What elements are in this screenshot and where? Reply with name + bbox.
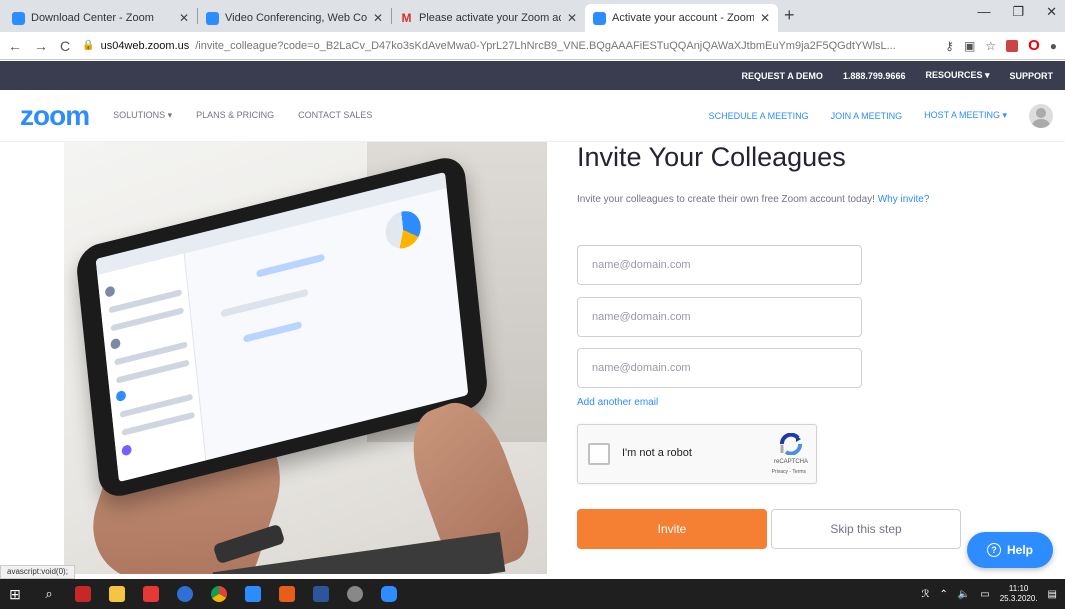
address-bar-row: ← → C 🔒 us04web.zoom.us/invite_colleague… bbox=[0, 32, 1065, 60]
tab-activate-account[interactable]: Activate your account - Zoom ✕ bbox=[585, 4, 778, 32]
windows-taskbar: ⊞ ⌕ ℛ ⌃ 🔈 ▭ 11:10 25.3.2020. ▤ bbox=[0, 579, 1065, 609]
tab-gmail-activate[interactable]: M Please activate your Zoom accou ✕ bbox=[392, 4, 585, 32]
extensions-area: ⚷ ▣ ☆ O ● bbox=[945, 37, 1057, 54]
add-another-email-link[interactable]: Add another email bbox=[577, 397, 658, 408]
file-explorer-icon[interactable] bbox=[102, 579, 132, 609]
browser-status-bar: avascript:void(0); bbox=[0, 565, 75, 579]
help-button[interactable]: ? Help bbox=[967, 532, 1053, 568]
app-icon-calendar[interactable] bbox=[136, 579, 166, 609]
app-icon-blue[interactable] bbox=[170, 579, 200, 609]
tab-title: Activate your account - Zoom bbox=[612, 12, 754, 24]
clock-date: 25.3.2020. bbox=[999, 594, 1038, 603]
recaptcha-terms[interactable]: Privacy - Terms bbox=[772, 469, 806, 475]
word-icon[interactable] bbox=[306, 579, 336, 609]
close-window-icon[interactable]: ✕ bbox=[1046, 4, 1057, 20]
email-field-2[interactable] bbox=[577, 297, 862, 337]
question-icon: ? bbox=[986, 543, 1001, 557]
url-input[interactable]: 🔒 us04web.zoom.us/invite_colleague?code=… bbox=[82, 35, 933, 57]
network-icon[interactable]: ▭ bbox=[980, 589, 989, 600]
zoom-favicon-icon bbox=[12, 11, 25, 25]
support-link[interactable]: SUPPORT bbox=[1009, 71, 1053, 81]
system-tray: ℛ ⌃ 🔈 ▭ 11:10 25.3.2020. ▤ bbox=[921, 584, 1065, 604]
extension-icon[interactable] bbox=[1006, 39, 1019, 52]
close-tab-icon[interactable]: ✕ bbox=[179, 11, 189, 25]
clock[interactable]: 11:10 25.3.2020. bbox=[1000, 584, 1038, 604]
lock-icon: 🔒 bbox=[82, 40, 95, 51]
header-actions: SCHEDULE A MEETING JOIN A MEETING HOST A… bbox=[709, 103, 1065, 128]
minimize-icon[interactable]: — bbox=[977, 4, 990, 20]
nav-plans-pricing[interactable]: PLANS & PRICING bbox=[196, 110, 274, 121]
star-icon[interactable]: ☆ bbox=[985, 39, 996, 53]
zoom-favicon-icon bbox=[206, 11, 219, 25]
phone-number: 1.888.799.9666 bbox=[842, 70, 906, 81]
app-icon-grey[interactable] bbox=[340, 579, 370, 609]
invite-button[interactable]: Invite bbox=[577, 509, 767, 549]
back-icon[interactable]: ← bbox=[8, 38, 22, 54]
people-icon[interactable]: ℛ bbox=[921, 589, 929, 600]
zoom-logo[interactable]: zoom bbox=[20, 100, 90, 132]
tab-title: Please activate your Zoom accou bbox=[419, 12, 561, 24]
volume-icon[interactable]: 🔈 bbox=[958, 589, 970, 600]
nav-contact-sales[interactable]: CONTACT SALES bbox=[298, 110, 372, 121]
close-tab-icon[interactable]: ✕ bbox=[760, 11, 770, 25]
new-tab-button[interactable]: + bbox=[784, 5, 795, 26]
nav-solutions[interactable]: SOLUTIONS ▾ bbox=[113, 110, 172, 121]
invite-form: Invite Your Colleagues Invite your colle… bbox=[547, 142, 999, 574]
gmail-favicon-icon: M bbox=[401, 10, 412, 25]
notification-icon[interactable]: ▤ bbox=[1048, 589, 1057, 600]
schedule-meeting-link[interactable]: SCHEDULE A MEETING bbox=[709, 111, 809, 121]
reload-icon[interactable]: C bbox=[60, 38, 70, 54]
zoom-app-icon[interactable] bbox=[238, 579, 268, 609]
browser-tab-bar: Download Center - Zoom ✕ Video Conferenc… bbox=[0, 0, 1065, 32]
forward-icon[interactable]: → bbox=[34, 38, 48, 54]
translate-icon[interactable]: ▣ bbox=[964, 39, 975, 53]
email-field-1[interactable] bbox=[577, 245, 862, 285]
app-icon-orange[interactable] bbox=[272, 579, 302, 609]
host-meeting-menu[interactable]: HOST A MEETING ▾ bbox=[924, 110, 1007, 121]
profile-icon[interactable]: ● bbox=[1050, 39, 1057, 53]
skip-step-button[interactable]: Skip this step bbox=[771, 509, 961, 549]
zoom-meetings-icon[interactable] bbox=[374, 579, 404, 609]
zoom-top-bar: REQUEST A DEMO 1.888.799.9666 RESOURCES … bbox=[0, 61, 1065, 90]
close-tab-icon[interactable]: ✕ bbox=[567, 11, 577, 25]
close-tab-icon[interactable]: ✕ bbox=[373, 11, 383, 25]
resources-menu[interactable]: RESOURCES ▾ bbox=[925, 70, 989, 81]
recaptcha-label: I'm not a robot bbox=[622, 447, 692, 459]
app-icon-red[interactable] bbox=[68, 579, 98, 609]
url-path: /invite_colleague?code=o_B2LaCv_D47ko3sK… bbox=[195, 39, 896, 52]
tab-title: Download Center - Zoom bbox=[31, 12, 154, 24]
windows-start-icon[interactable]: ⊞ bbox=[0, 579, 30, 609]
tab-title: Video Conferencing, Web Confe bbox=[225, 12, 367, 24]
help-label: Help bbox=[1006, 543, 1033, 557]
invite-description: Invite your colleagues to create their o… bbox=[577, 194, 929, 205]
maximize-icon[interactable]: ❐ bbox=[1012, 4, 1024, 20]
main-nav: SOLUTIONS ▾ PLANS & PRICING CONTACT SALE… bbox=[113, 110, 372, 121]
opera-icon[interactable]: O bbox=[1028, 37, 1040, 54]
why-invite-link[interactable]: Why invite? bbox=[878, 194, 930, 205]
recaptcha-logo-icon bbox=[780, 433, 802, 455]
recaptcha-widget: I'm not a robot reCAPTCHA Privacy - Term… bbox=[577, 424, 817, 484]
email-field-3[interactable] bbox=[577, 348, 862, 388]
site-header: zoom SOLUTIONS ▾ PLANS & PRICING CONTACT… bbox=[0, 90, 1065, 142]
avatar[interactable] bbox=[1029, 103, 1053, 128]
hero-image bbox=[64, 142, 547, 574]
request-demo-link[interactable]: REQUEST A DEMO bbox=[742, 71, 823, 81]
window-controls: — ❐ ✕ bbox=[977, 4, 1057, 20]
search-icon[interactable]: ⌕ bbox=[34, 579, 64, 609]
key-icon[interactable]: ⚷ bbox=[945, 39, 954, 53]
join-meeting-link[interactable]: JOIN A MEETING bbox=[831, 111, 903, 121]
chrome-icon[interactable] bbox=[204, 579, 234, 609]
tab-download-center[interactable]: Download Center - Zoom ✕ bbox=[4, 4, 197, 32]
recaptcha-checkbox[interactable] bbox=[588, 443, 610, 465]
zoom-favicon-icon bbox=[593, 11, 606, 25]
tab-video-conferencing[interactable]: Video Conferencing, Web Confe ✕ bbox=[198, 4, 391, 32]
url-host: us04web.zoom.us bbox=[100, 39, 190, 52]
page-title: Invite Your Colleagues bbox=[577, 142, 846, 172]
chevron-up-icon[interactable]: ⌃ bbox=[939, 589, 947, 600]
description-text: Invite your colleagues to create their o… bbox=[577, 194, 875, 205]
recaptcha-brand: reCAPTCHA bbox=[773, 459, 808, 465]
clock-time: 11:10 bbox=[1008, 584, 1029, 593]
